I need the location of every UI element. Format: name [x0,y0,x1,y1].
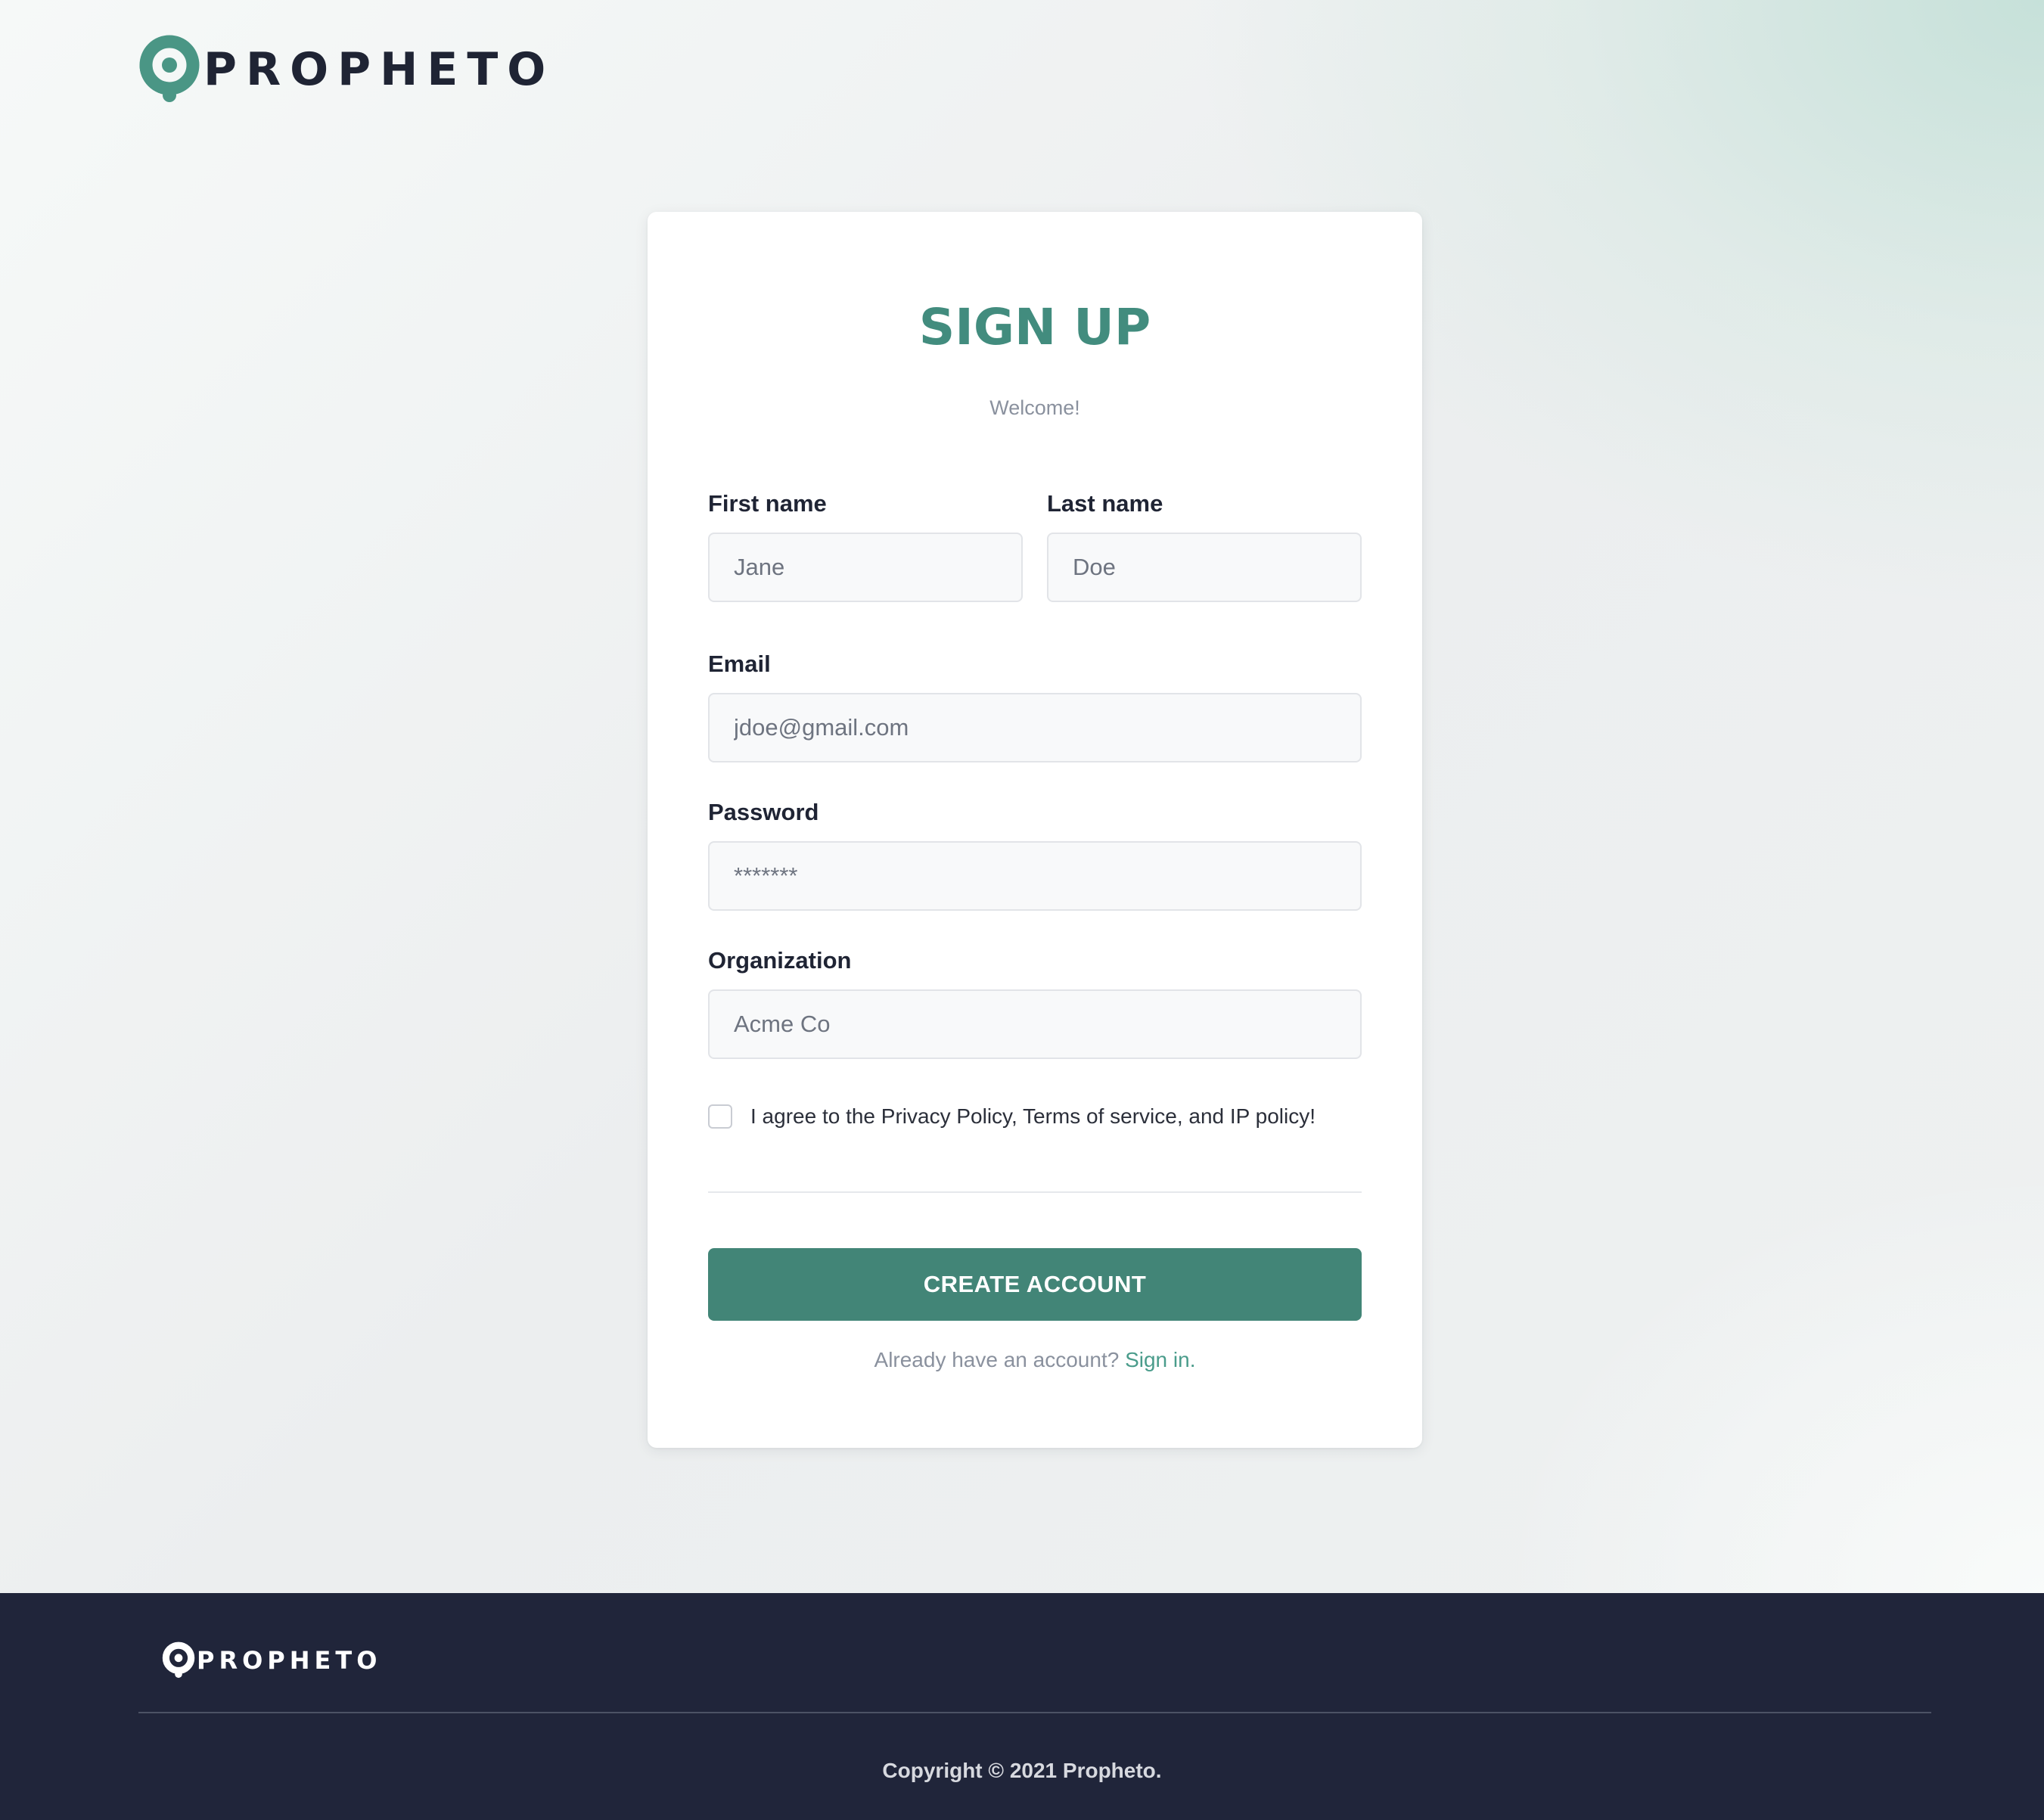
email-input[interactable] [708,693,1362,762]
last-name-input[interactable] [1047,533,1362,602]
organization-label: Organization [708,947,852,974]
organization-input[interactable] [708,989,1362,1059]
welcome-subtitle: Welcome! [989,396,1080,419]
agree-checkbox[interactable] [708,1104,732,1129]
footer-logo[interactable]: PROPHETO [162,1641,381,1679]
email-label: Email [708,651,771,677]
location-pin-icon [162,1641,195,1679]
footer-divider [138,1712,1931,1713]
location-pin-icon [139,35,200,102]
signin-prompt-text: Already have an account? [874,1348,1120,1371]
form-divider [708,1191,1362,1193]
last-name-label: Last name [1047,490,1163,517]
first-name-input[interactable] [708,533,1023,602]
first-name-label: First name [708,490,827,517]
copyright-text: Copyright © 2021 Propheto. [882,1759,1162,1782]
signin-prompt-row: Already have an account? Sign in. [648,1348,1422,1372]
page-title: SIGN UP [918,298,1151,356]
signup-card: SIGN UP Welcome! First name Last name Em… [648,212,1422,1448]
create-account-button[interactable]: CREATE ACCOUNT [708,1248,1362,1321]
brand-name: PROPHETO [203,43,555,96]
sign-in-link[interactable]: Sign in. [1125,1348,1195,1371]
header-logo[interactable]: PROPHETO [138,35,554,104]
password-input[interactable] [708,841,1362,911]
agree-label[interactable]: I agree to the Privacy Policy, Terms of … [750,1104,1316,1129]
footer: PROPHETO Copyright © 2021 Propheto. [0,1593,2044,1820]
footer-brand-name: PROPHETO [197,1646,382,1675]
password-label: Password [708,799,819,825]
